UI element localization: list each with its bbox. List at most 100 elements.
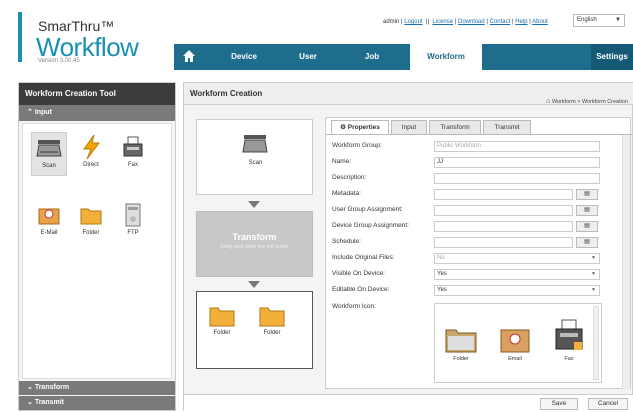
lightning-icon (73, 132, 109, 162)
section-input[interactable]: ⌃ Input (19, 105, 175, 121)
workform-group-field[interactable]: Public Workform (434, 141, 600, 152)
main-title: Workform Creation ⌂ Workform > Workform … (184, 83, 633, 105)
ftp-server-icon (115, 200, 151, 230)
section-transform[interactable]: ⌄ Transform (19, 381, 175, 395)
nav-job[interactable]: Job (342, 44, 402, 70)
scrollbar[interactable] (622, 135, 630, 390)
section-transmit-label: Transmit (34, 399, 64, 406)
select-value: No (437, 255, 445, 261)
nav-settings[interactable]: Settings (591, 44, 633, 70)
chevron-down-icon: ▼ (615, 17, 621, 23)
flow-transform-title: Transform (232, 232, 277, 242)
output-folder-label: Folder (263, 330, 281, 336)
fax-icon (115, 132, 151, 162)
label-visible: Visible On Device: (332, 270, 385, 277)
home-icon: ⌂ (546, 98, 551, 105)
chevron-down-icon: ▼ (591, 287, 596, 293)
label-device-group: Device Group Assignment: (332, 222, 409, 229)
icon-option-fax[interactable]: Fax (551, 318, 587, 362)
separator: || (425, 19, 430, 25)
tile-email[interactable]: E-Mail (31, 200, 67, 244)
about-link[interactable]: About (532, 19, 548, 25)
breadcrumb-text: Workform > Workform Creation (551, 99, 628, 105)
label-name: Name: (332, 158, 352, 165)
tile-ftp[interactable]: FTP (115, 200, 151, 244)
flow-input-box[interactable]: Scan (196, 119, 313, 195)
tile-label: E-Mail (40, 230, 58, 236)
tab-transform[interactable]: Transform (429, 120, 481, 134)
cancel-button[interactable]: Cancel (588, 398, 628, 410)
workform-creation-panel: Workform Creation ⌂ Workform > Workform … (183, 82, 633, 412)
output-folder-label: Folder (213, 330, 231, 336)
include-original-select[interactable]: No ▼ (434, 253, 600, 264)
label-include-original: Include Original Files: (332, 254, 395, 261)
home-icon[interactable] (182, 49, 198, 65)
label-metadata: Metadata: (332, 190, 361, 197)
icon-picker-scrollbar[interactable] (593, 306, 599, 380)
browse-icon[interactable]: ▤ (576, 221, 598, 232)
flow-transform-box[interactable]: Transform Drag and drop the left icons (196, 211, 313, 277)
section-transmit[interactable]: ⌄ Transmit (19, 396, 175, 410)
schedule-field[interactable] (434, 237, 573, 248)
device-group-field[interactable] (434, 221, 573, 232)
output-folder-1[interactable]: Folder (209, 304, 235, 336)
browse-icon[interactable]: ▤ (576, 205, 598, 216)
fax-icon (555, 319, 583, 350)
tab-properties[interactable]: ⚙ Properties (331, 120, 389, 134)
label-editable: Editable On Device: (332, 286, 390, 293)
brand-bar (18, 12, 22, 62)
label-workform-group: Workform Group: (332, 142, 382, 149)
flow-output-box[interactable]: Folder Folder (196, 291, 313, 369)
tile-folder[interactable]: Folder (73, 200, 109, 244)
logout-link[interactable]: Logout (404, 19, 422, 25)
nav-user[interactable]: User (282, 44, 334, 70)
tile-label: Scan (42, 163, 56, 169)
icon-option-email[interactable]: Email (497, 324, 533, 362)
tile-scan[interactable]: Scan (31, 132, 67, 176)
section-input-label: Input (34, 109, 52, 116)
language-value: English (577, 17, 597, 23)
user-group-field[interactable] (434, 205, 573, 216)
email-icon (500, 329, 530, 353)
footer-bar: Save Cancel (184, 394, 633, 412)
select-value: Yes (437, 287, 447, 293)
flow-transform-hint: Drag and drop the left icons (220, 244, 289, 250)
description-field[interactable] (434, 173, 600, 184)
tab-transmit[interactable]: Transmit (483, 120, 531, 134)
calendar-icon[interactable]: ▤ (576, 237, 598, 248)
name-field[interactable]: JJ (434, 157, 600, 168)
contact-link[interactable]: Contact (490, 19, 511, 25)
chevron-down-icon: ▼ (591, 255, 596, 261)
tile-fax[interactable]: Fax (115, 132, 151, 176)
icon-option-label: Folder (453, 356, 469, 362)
language-select[interactable]: English ▼ (573, 14, 625, 27)
icon-option-label: Fax (564, 356, 574, 362)
label-schedule: Schedule: (332, 238, 361, 245)
scanner-icon (241, 132, 269, 161)
scanner-icon (32, 133, 66, 163)
main-title-text: Workform Creation (190, 89, 263, 98)
help-link[interactable]: Help (515, 19, 527, 25)
tab-divider (326, 134, 632, 135)
nav-device[interactable]: Device (214, 44, 274, 70)
nav-workform[interactable]: Workform (410, 44, 482, 70)
metadata-field[interactable] (434, 189, 573, 200)
section-transform-label: Transform (34, 384, 70, 391)
arrow-down-icon (248, 281, 260, 288)
editable-select[interactable]: Yes ▼ (434, 285, 600, 296)
icon-option-folder[interactable]: Folder (443, 324, 479, 362)
workform-icon-picker: Folder Email Fax (434, 303, 602, 383)
label-description: Description: (332, 174, 367, 181)
output-folder-2[interactable]: Folder (259, 304, 285, 336)
folder-icon[interactable]: ▤ (576, 189, 598, 200)
save-button[interactable]: Save (540, 398, 578, 410)
main-nav: Device User Job Workform Settings (174, 44, 633, 70)
download-link[interactable]: Download (458, 19, 485, 25)
gear-icon: ⚙ (340, 124, 346, 131)
creation-tool-panel: Workform Creation Tool ⌃ Input Scan Dire… (18, 82, 176, 411)
tab-input[interactable]: Input (391, 120, 427, 134)
visible-select[interactable]: Yes ▼ (434, 269, 600, 280)
chevron-down-icon: ▼ (591, 271, 596, 277)
tile-direct[interactable]: Direct (73, 132, 109, 176)
license-link[interactable]: License (432, 19, 453, 25)
